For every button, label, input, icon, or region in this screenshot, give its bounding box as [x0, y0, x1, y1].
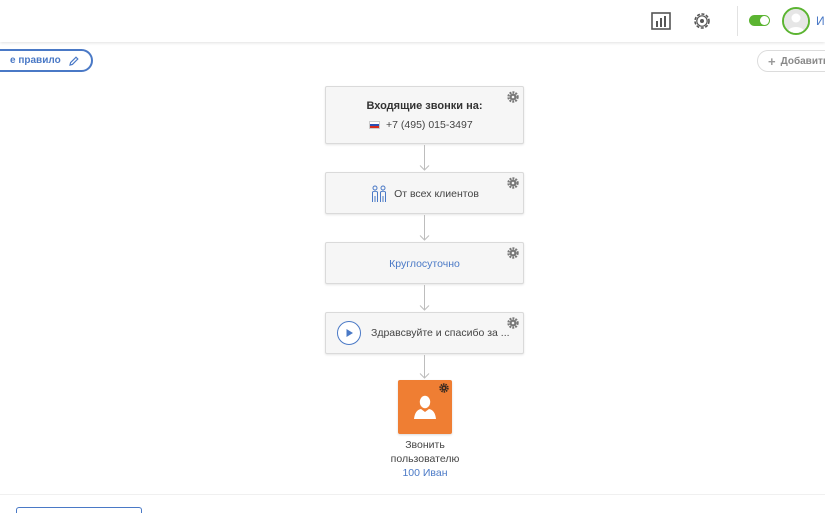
schedule-row: Круглосуточно — [326, 258, 523, 270]
call-user-link[interactable]: 100 Иван — [375, 467, 475, 479]
arrow-down-icon — [419, 165, 430, 171]
user-avatar-icon[interactable] — [782, 7, 810, 35]
user-name[interactable]: И — [816, 14, 825, 28]
phone-number-row: +7 (495) 015-3497 — [369, 119, 473, 131]
user-icon — [414, 395, 436, 419]
add-button[interactable]: + Добавить — [757, 50, 825, 72]
clients-label: От всех клиентов — [394, 188, 479, 200]
footer-divider — [0, 494, 825, 495]
rule-name-button[interactable]: е правило — [0, 49, 93, 72]
stats-icon[interactable] — [650, 10, 672, 32]
call-user-label: Звонить пользователю — [375, 438, 475, 466]
arrow-down-icon — [419, 373, 430, 379]
call-user-label-line2: пользователю — [390, 453, 460, 465]
incoming-calls-node[interactable]: Входящие звонки на: +7 (495) 015-3497 — [325, 86, 524, 144]
greeting-row: Здравсвуйте и спасибо за ... — [337, 321, 510, 345]
bottom-button[interactable] — [16, 507, 142, 513]
russia-flag-icon — [369, 121, 380, 129]
node-settings-icon[interactable] — [439, 383, 449, 393]
arrow-down-icon — [419, 305, 430, 311]
schedule-node[interactable]: Круглосуточно — [325, 242, 524, 284]
call-user-node[interactable] — [398, 380, 452, 434]
arrow-down-icon — [419, 235, 430, 241]
rule-name-label: е правило — [10, 55, 61, 66]
phone-number: +7 (495) 015-3497 — [386, 119, 473, 131]
clients-row: От всех клиентов — [326, 185, 523, 203]
clients-node[interactable]: От всех клиентов — [325, 172, 524, 214]
top-bar: И — [0, 0, 825, 42]
schedule-label[interactable]: Круглосуточно — [389, 258, 460, 270]
add-button-label: Добавить — [780, 55, 825, 67]
greeting-node[interactable]: Здравсвуйте и спасибо за ... — [325, 312, 524, 354]
greeting-label: Здравсвуйте и спасибо за ... — [371, 327, 510, 339]
play-icon[interactable] — [337, 321, 361, 345]
call-user-label-line1: Звонить — [405, 439, 445, 451]
incoming-calls-title: Входящие звонки на: — [366, 100, 483, 112]
pencil-icon — [68, 55, 79, 66]
people-icon — [372, 185, 387, 202]
plus-icon: + — [768, 53, 776, 69]
status-toggle[interactable] — [749, 15, 770, 26]
header-divider — [737, 6, 738, 36]
settings-icon[interactable] — [691, 10, 713, 32]
